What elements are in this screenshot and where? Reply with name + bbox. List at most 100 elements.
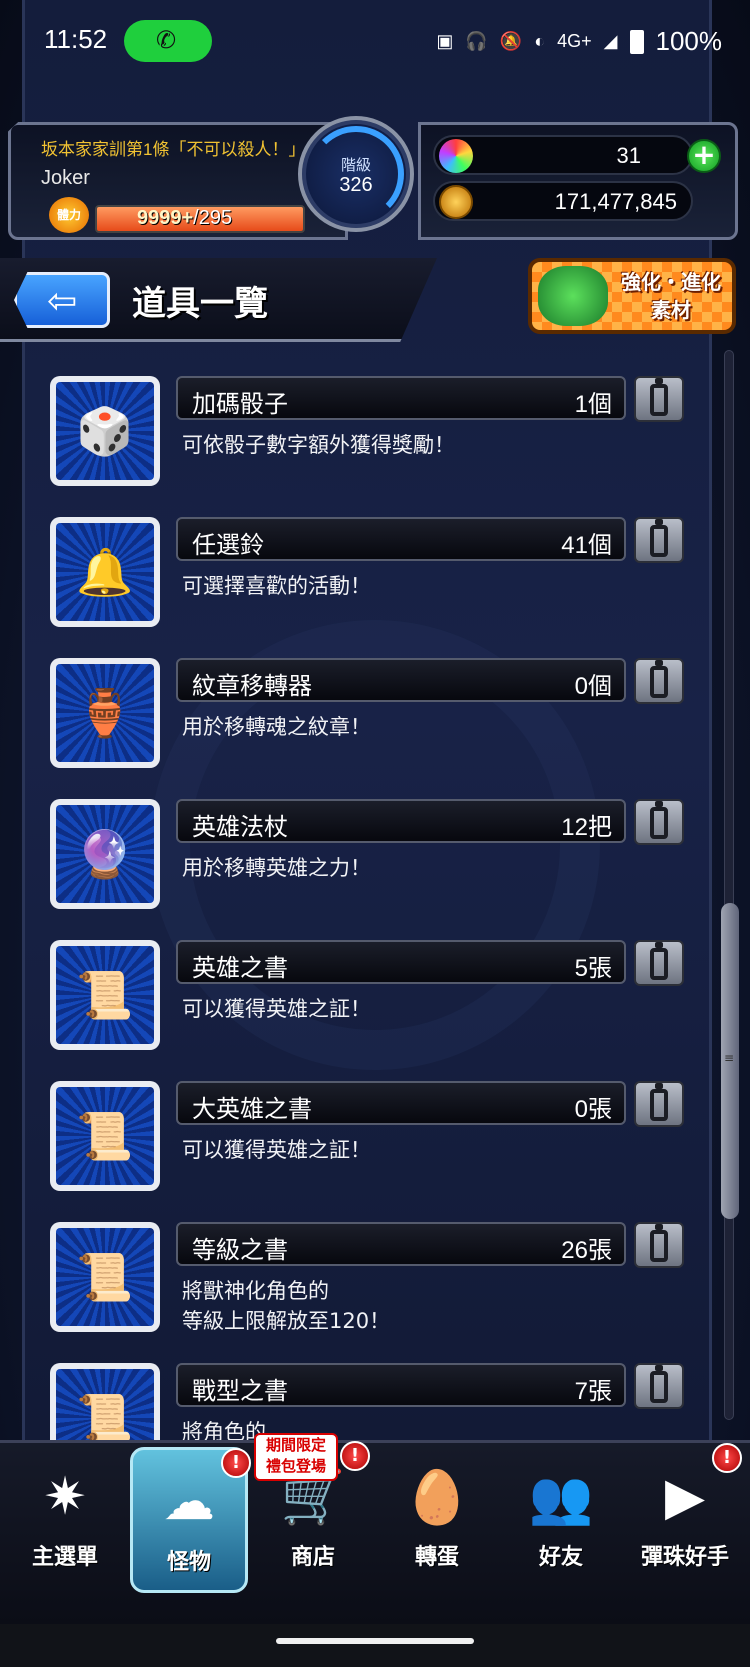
title-bar: ⇦ 道具一覽 bbox=[0, 258, 437, 342]
info-button[interactable] bbox=[634, 1081, 684, 1127]
item-thumbnail[interactable]: 📜 bbox=[50, 1081, 160, 1191]
info-icon bbox=[650, 660, 668, 698]
item-name: 大英雄之書 bbox=[192, 1095, 312, 1123]
gold-coin-icon bbox=[439, 185, 473, 219]
info-button[interactable] bbox=[634, 517, 684, 563]
orb-icon bbox=[439, 139, 473, 173]
list-item[interactable]: 🎲 加碼骰子 1個 可依骰子數字額外獲得獎勵！ bbox=[50, 376, 690, 506]
home-gesture-pill[interactable] bbox=[276, 1638, 474, 1644]
info-icon bbox=[650, 378, 668, 416]
info-icon bbox=[650, 942, 668, 980]
item-description: 可以獲得英雄之証！ bbox=[182, 997, 371, 1021]
monster-icon: ☁ bbox=[163, 1472, 215, 1532]
item-thumbnail[interactable]: 🎲 bbox=[50, 376, 160, 486]
status-icons: ▣ 🎧 🔕 ◐ 4G+ ◢ 100% bbox=[436, 26, 722, 57]
item-thumbnail[interactable]: 🏺 bbox=[50, 658, 160, 768]
list-item[interactable]: 📜 等級之書 26張 將獸神化角色的 等級上限解放至120！ bbox=[50, 1222, 690, 1352]
battery-percent: 100% bbox=[655, 26, 723, 56]
item-count: 12把 bbox=[561, 814, 612, 841]
hero-scroll-icon: 📜 bbox=[56, 946, 154, 1044]
info-button[interactable] bbox=[634, 799, 684, 845]
evolution-label-line1: 強化・進化 bbox=[621, 270, 721, 294]
nav-label: 轉蛋 bbox=[414, 1545, 459, 1570]
bell-icon: 🔔 bbox=[56, 523, 154, 621]
list-item[interactable]: 📜 大英雄之書 0張 可以獲得英雄之証！ bbox=[50, 1081, 690, 1211]
buy-orbs-button[interactable]: + bbox=[687, 139, 721, 173]
battery-icon bbox=[629, 29, 644, 54]
item-count: 5張 bbox=[574, 955, 612, 982]
item-name-box: 等級之書 26張 bbox=[176, 1222, 626, 1266]
item-name: 紋章移轉器 bbox=[192, 672, 312, 700]
gold-counter: 171,477,845 bbox=[433, 181, 693, 221]
dice-icon: 🎲 bbox=[56, 382, 154, 480]
monster-portrait-icon bbox=[538, 266, 608, 326]
network-type: 4G+ bbox=[557, 31, 592, 51]
scrollbar-thumb[interactable]: ≡ bbox=[721, 903, 739, 1219]
nav-friends[interactable]: 👥 好友 bbox=[502, 1461, 620, 1581]
info-icon bbox=[650, 801, 668, 839]
nav-main-menu[interactable]: ✷ 主選單 bbox=[6, 1461, 124, 1581]
stamina-current: 9999+ bbox=[137, 207, 194, 229]
bottom-nav: ✷ 主選單 ☁ 怪物 ! 🛒 商店 期間限定 禮包登場 ! 🥚 轉蛋 👥 好友 … bbox=[0, 1433, 750, 1624]
list-item[interactable]: 🔔 任選鈴 41個 可選擇喜歡的活動！ bbox=[50, 517, 690, 647]
player-info-panel[interactable]: 坂本家家訓第1條「不可以殺人！」 Joker 體力 9999+/295 bbox=[8, 122, 348, 240]
alert-badge: ! bbox=[340, 1441, 370, 1471]
item-name-box: 戰型之書 7張 bbox=[176, 1363, 626, 1407]
gold-count: 171,477,845 bbox=[554, 189, 677, 214]
item-description: 可依骰子數字額外獲得獎勵！ bbox=[182, 433, 455, 457]
list-item[interactable]: 🔮 英雄法杖 12把 用於移轉英雄之力！ bbox=[50, 799, 690, 929]
item-thumbnail[interactable]: 📜 bbox=[50, 940, 160, 1050]
item-count: 1個 bbox=[574, 391, 612, 418]
player-header: 坂本家家訓第1條「不可以殺人！」 Joker 體力 9999+/295 階級 3… bbox=[8, 116, 738, 240]
item-thumbnail[interactable]: 🔮 bbox=[50, 799, 160, 909]
item-thumbnail[interactable]: 🔔 bbox=[50, 517, 160, 627]
item-description: 將獸神化角色的 等級上限解放至120！ bbox=[182, 1279, 391, 1333]
nav-gacha[interactable]: 🥚 轉蛋 bbox=[378, 1461, 496, 1581]
player-motto: 坂本家家訓第1條「不可以殺人！」 bbox=[41, 140, 306, 159]
info-button[interactable] bbox=[634, 1363, 684, 1409]
nav-label: 彈珠好手 bbox=[640, 1545, 729, 1570]
item-count: 41個 bbox=[561, 532, 612, 559]
nav-pinball-ace[interactable]: ▶ 彈珠好手 bbox=[626, 1461, 744, 1581]
item-name-box: 任選鈴 41個 bbox=[176, 517, 626, 561]
scrollbar[interactable]: ≡ bbox=[721, 350, 739, 1420]
resources-panel: 31 + 171,477,845 bbox=[418, 122, 738, 240]
info-button[interactable] bbox=[634, 1222, 684, 1268]
item-name-box: 英雄法杖 12把 bbox=[176, 799, 626, 843]
item-description: 用於移轉魂之紋章！ bbox=[182, 715, 371, 739]
info-button[interactable] bbox=[634, 658, 684, 704]
info-button[interactable] bbox=[634, 376, 684, 422]
call-icon: ✆ bbox=[156, 26, 177, 54]
nav-label: 怪物 bbox=[166, 1550, 211, 1575]
evolution-materials-button[interactable]: 強化・進化 素材 bbox=[528, 258, 736, 334]
orb-count: 31 bbox=[616, 143, 641, 168]
item-name: 加碼骰子 bbox=[192, 390, 288, 418]
back-button[interactable]: ⇦ bbox=[14, 272, 110, 328]
item-count: 0個 bbox=[574, 673, 612, 700]
item-count: 7張 bbox=[574, 1378, 612, 1405]
volte-icon: ◐ bbox=[534, 31, 546, 51]
item-description: 可以獲得英雄之証！ bbox=[182, 1138, 371, 1162]
promo-line2: 禮包登場 bbox=[265, 1457, 326, 1475]
nav-monster[interactable]: ☁ 怪物 ! bbox=[130, 1447, 251, 1593]
info-icon bbox=[650, 1224, 668, 1262]
promo-badge[interactable]: 期間限定 禮包登場 bbox=[254, 1433, 338, 1481]
friends-icon: 👥 bbox=[528, 1467, 594, 1528]
nav-label: 商店 bbox=[290, 1545, 335, 1570]
item-name-box: 加碼骰子 1個 bbox=[176, 376, 626, 420]
item-thumbnail[interactable]: 📜 bbox=[50, 1222, 160, 1332]
nav-label: 好友 bbox=[538, 1545, 583, 1570]
info-button[interactable] bbox=[634, 940, 684, 986]
mute-bell-icon: 🔕 bbox=[499, 31, 523, 51]
info-icon bbox=[650, 1365, 668, 1403]
status-bar: 11:52 ✆ ▣ 🎧 🔕 ◐ 4G+ ◢ 100% bbox=[0, 0, 750, 84]
item-name: 英雄之書 bbox=[192, 954, 288, 982]
alert-badge: ! bbox=[221, 1448, 251, 1478]
item-description: 用於移轉英雄之力！ bbox=[182, 856, 371, 880]
list-item[interactable]: 🏺 紋章移轉器 0個 用於移轉魂之紋章！ bbox=[50, 658, 690, 788]
ongoing-call-pill[interactable]: ✆ bbox=[124, 20, 212, 62]
promo-line1: 期間限定 bbox=[265, 1436, 326, 1454]
headphones-icon: 🎧 bbox=[465, 31, 488, 51]
rank-badge[interactable]: 階級 326 bbox=[298, 116, 414, 232]
list-item[interactable]: 📜 英雄之書 5張 可以獲得英雄之証！ bbox=[50, 940, 690, 1070]
